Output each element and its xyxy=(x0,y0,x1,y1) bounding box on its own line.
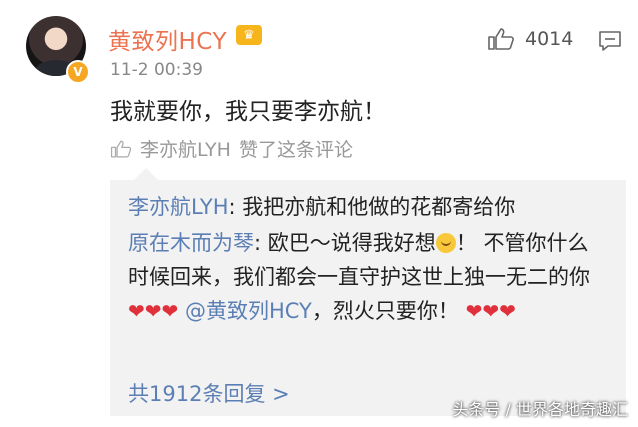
reply-item: 原在木而为琴: 欧巴～说得我好想！ 不管你什么时候回来，我们都会一直守护这世上独… xyxy=(128,226,608,328)
reply-text: ，烈火只要你！ xyxy=(311,299,459,323)
username[interactable]: 黄致列HCY xyxy=(108,22,227,56)
like-count: 4014 xyxy=(525,28,574,50)
timestamp: 11-2 00:39 xyxy=(110,60,203,80)
comment-text: 我就要你，我只要李亦航！ xyxy=(110,99,386,125)
reply-separator: : xyxy=(228,195,243,219)
replies-panel: 李亦航LYH: 我把亦航和他做的花都寄给你 原在木而为琴: 欧巴～说得我好想！ … xyxy=(110,168,626,416)
thumbs-up-icon[interactable] xyxy=(487,28,515,50)
liked-by-user[interactable]: 李亦航LYH xyxy=(140,135,231,162)
mention-link[interactable]: @黄致列HCY xyxy=(185,299,312,323)
reply-separator: : xyxy=(254,231,268,255)
liked-by-row: 李亦航LYH 赞了这条评论 xyxy=(110,135,353,162)
reply-author[interactable]: 原在木而为琴 xyxy=(128,231,254,255)
crown-icon: ♛ xyxy=(236,25,262,45)
reply-text: 欧巴～说得我好想 xyxy=(267,231,436,255)
comment-icon[interactable] xyxy=(598,30,622,52)
heart-icons: ❤❤❤ xyxy=(465,299,516,323)
crying-emoji-icon xyxy=(435,233,456,253)
reply-text: 我把亦航和他做的花都寄给你 xyxy=(242,195,516,219)
thumbs-up-icon xyxy=(110,140,132,157)
reply-author[interactable]: 李亦航LYH xyxy=(128,195,229,219)
view-all-replies-link[interactable]: 共1912条回复 > xyxy=(128,378,290,408)
heart-icons: ❤❤❤ xyxy=(128,299,179,323)
liked-by-label: 赞了这条评论 xyxy=(238,139,353,161)
reply-item: 李亦航LYH: 我把亦航和他做的花都寄给你 xyxy=(128,190,608,224)
verified-badge-icon: V xyxy=(66,60,90,84)
watermark: 头条号 / 世界各地奇趣汇 xyxy=(452,400,628,419)
